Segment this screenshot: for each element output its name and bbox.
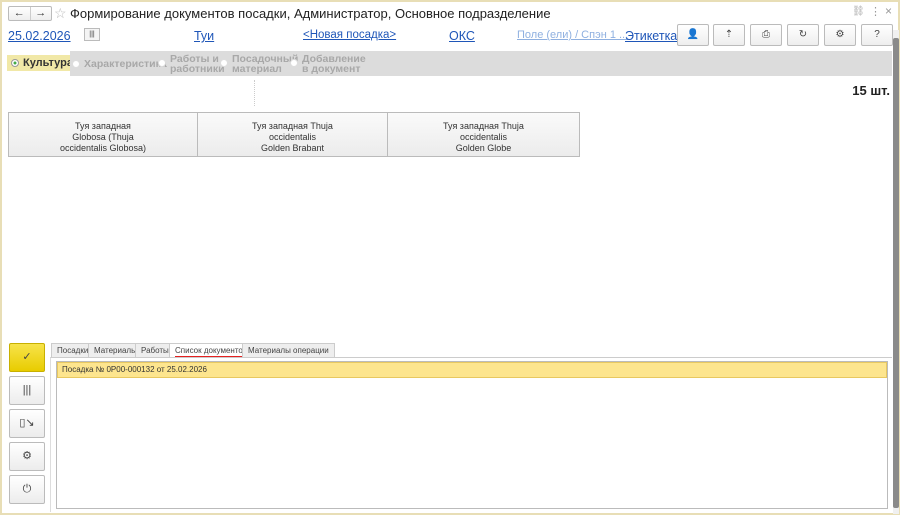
radio-icon — [158, 59, 166, 67]
divider — [254, 80, 255, 106]
step-label: Культура — [23, 57, 73, 69]
tile-line: occidentalis Globosa) — [59, 143, 147, 153]
print-button[interactable]: ⎙ — [750, 24, 782, 46]
tile-line: Туя западная Thuja — [252, 121, 333, 131]
nav-buttons: ← → — [8, 6, 52, 21]
count-label: 15 шт. — [852, 83, 890, 98]
print-icon: ⎙ — [762, 29, 770, 40]
refresh-icon: ↻ — [798, 29, 808, 40]
steps-bar: Характеристика Работы и работники Посадо… — [70, 51, 892, 76]
field-link[interactable]: Поле (ели) / Спэн 1 ... — [517, 29, 628, 41]
confirm-button[interactable]: ✓ — [9, 343, 45, 372]
settings-icon: ⚙ — [835, 29, 845, 40]
more-icon[interactable]: ⋮ — [870, 5, 881, 18]
gear-icon: ⚙ — [22, 450, 32, 462]
power-icon: ⏻ — [22, 483, 32, 495]
step-characteristic[interactable]: Характеристика — [72, 59, 167, 69]
tile-line: Golden Globe — [455, 143, 512, 153]
tab-documents[interactable]: Список документов — [169, 343, 254, 358]
radio-icon — [220, 59, 228, 67]
tile-line: Globosa (Thuja — [72, 132, 134, 142]
scrollbar[interactable] — [893, 30, 899, 514]
barcode-button[interactable]: ||| — [9, 376, 45, 405]
tile-line: occidentalis — [459, 132, 508, 142]
settings-button[interactable]: ⚙ — [824, 24, 856, 46]
tile-line: Туя западная Thuja — [443, 121, 524, 131]
radio-icon — [290, 59, 298, 67]
list-item[interactable]: Посадка № 0Р00-000132 от 25.02.2026 — [57, 362, 887, 378]
tile-line: Туя западная — [75, 121, 131, 131]
oks-link[interactable]: ОКС — [449, 29, 475, 43]
barcode-icon[interactable]: ||| — [84, 28, 100, 41]
close-icon[interactable]: × — [885, 4, 892, 18]
step-label: Посадочный материал — [232, 53, 299, 75]
favorite-star-icon[interactable]: ☆ — [54, 5, 67, 22]
window-title: Формирование документов посадки, Админис… — [70, 6, 551, 21]
scanner-icon: ▯↘ — [19, 417, 35, 429]
culture-link[interactable]: Туи — [194, 29, 214, 43]
step-add-to-document[interactable]: Добавление в документ — [290, 54, 370, 74]
settings-side-button[interactable]: ⚙ — [9, 442, 45, 471]
date-link[interactable]: 25.02.2026 — [8, 29, 71, 43]
tile-line: occidentalis — [268, 132, 317, 142]
help-icon: ? — [874, 29, 880, 40]
transfer-button[interactable]: ⇡ — [713, 24, 745, 46]
scanner-button[interactable]: ▯↘ — [9, 409, 45, 438]
radio-selected-icon — [11, 59, 19, 68]
check-icon: ✓ — [22, 351, 32, 363]
window: ← → ☆ Формирование документов посадки, А… — [0, 0, 900, 515]
step-label: Характеристика — [84, 58, 167, 70]
culture-tile[interactable]: Туя западная Thuja occidentalis Golden Bra… — [197, 112, 388, 157]
tab-panel: Посадка № 0Р00-000132 от 25.02.2026 — [50, 357, 892, 512]
barcode-icon: ||| — [22, 384, 32, 396]
user-icon: 👤 — [686, 29, 700, 40]
culture-tile[interactable]: Туя западная Thuja occidentalis Golden Glo… — [387, 112, 580, 157]
step-planting-material[interactable]: Посадочный материал — [220, 53, 299, 75]
step-label: Работы и работники — [170, 53, 225, 75]
documents-list: Посадка № 0Р00-000132 от 25.02.2026 — [56, 361, 888, 509]
user-button[interactable]: 👤 — [677, 24, 709, 46]
step-label: Добавление в документ — [302, 53, 366, 75]
help-button[interactable]: ? — [861, 24, 893, 46]
step-culture[interactable]: Культура — [7, 55, 77, 71]
scrollbar-thumb[interactable] — [893, 38, 899, 508]
radio-icon — [72, 60, 80, 69]
power-button[interactable]: ⏻ — [9, 475, 45, 504]
document-link[interactable]: <Новая посадка> — [303, 29, 396, 41]
label-link[interactable]: Этикетка — [625, 29, 677, 43]
link-icon[interactable]: ⛓ — [852, 6, 865, 17]
back-button[interactable]: ← — [9, 7, 30, 20]
culture-tile[interactable]: Туя западная Globosa (Thuja occidentalis G… — [8, 112, 198, 157]
forward-button[interactable]: → — [29, 7, 52, 20]
refresh-button[interactable]: ↻ — [787, 24, 819, 46]
tab-operation-materials[interactable]: Материалы операции — [242, 343, 335, 357]
tile-line: Golden Brabant — [260, 143, 325, 153]
transfer-icon: ⇡ — [724, 29, 734, 40]
